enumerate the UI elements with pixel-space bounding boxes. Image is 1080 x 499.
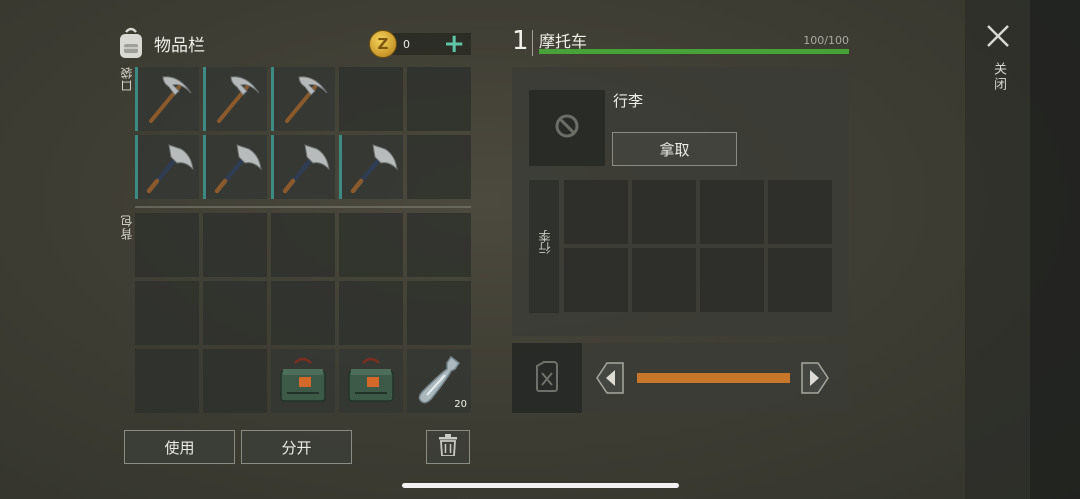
pocket-slot[interactable] (203, 135, 267, 199)
pockets-grid (135, 67, 471, 199)
backpack-slot[interactable] (135, 349, 199, 413)
trunk-slot[interactable] (700, 180, 764, 244)
close-label[interactable]: 关闭 (989, 62, 1008, 92)
vehicle-durability-bar (539, 49, 849, 54)
inventory-header: 物品栏 (116, 26, 205, 60)
arrow-right-icon (801, 362, 829, 394)
trunk-slot[interactable] (700, 248, 764, 312)
trash-button[interactable] (426, 430, 470, 464)
backpack-slot[interactable] (339, 213, 403, 277)
close-icon[interactable] (984, 22, 1012, 50)
backpack-slot[interactable] (135, 213, 199, 277)
split-button[interactable]: 分开 (241, 430, 352, 464)
trunk-slot[interactable] (564, 180, 628, 244)
fuel-slider[interactable] (637, 373, 790, 383)
backpack-slot[interactable] (339, 281, 403, 345)
inventory-title: 物品栏 (154, 35, 205, 56)
trunk-grid (564, 180, 832, 312)
backpack-slot[interactable]: 20 (407, 349, 471, 413)
pocket-slot[interactable] (135, 135, 199, 199)
backpack-slot[interactable] (135, 281, 199, 345)
fuel-slot[interactable] (512, 343, 582, 413)
pocket-slot[interactable] (203, 67, 267, 131)
take-button[interactable]: 拿取 (612, 132, 737, 166)
backpack-slot[interactable] (271, 281, 335, 345)
backpack-icon (116, 26, 146, 60)
home-indicator[interactable] (402, 483, 679, 488)
use-button[interactable]: 使用 (124, 430, 235, 464)
item-quantity: 20 (454, 399, 467, 410)
add-coins-button[interactable]: + (443, 30, 465, 58)
fuel-fill (637, 373, 790, 383)
backpack-slot[interactable] (203, 281, 267, 345)
trunk-slot[interactable] (632, 180, 696, 244)
pocket-slot[interactable] (407, 135, 471, 199)
backpack-slot[interactable] (271, 349, 335, 413)
pocket-slot[interactable] (407, 67, 471, 131)
backpack-slot[interactable] (407, 281, 471, 345)
backpack-slot[interactable] (339, 349, 403, 413)
right-shade-edge (1030, 0, 1080, 499)
backpack-slot[interactable] (271, 213, 335, 277)
trash-icon (439, 434, 457, 460)
trunk-title: 行李 (613, 92, 644, 110)
coin-icon: Z (369, 30, 397, 58)
trunk-slot[interactable] (768, 248, 832, 312)
coin-count: 0 (403, 37, 410, 51)
backpack-slot[interactable] (407, 213, 471, 277)
trunk-slot-empty (529, 90, 605, 166)
coin-counter: Z 0 + (369, 30, 471, 58)
vehicle-durability-text: 100/100 (803, 34, 849, 47)
vehicle-separator (532, 30, 533, 56)
backpack-label: 背包 (120, 214, 134, 240)
trunk-slot[interactable] (632, 248, 696, 312)
pocket-slot[interactable] (271, 135, 335, 199)
arrow-left-icon (596, 362, 624, 394)
trunk-slot[interactable] (768, 180, 832, 244)
backpack-grid: 20 (135, 213, 471, 413)
pocket-slot[interactable] (271, 67, 335, 131)
durability-fill (539, 49, 849, 54)
backpack-slot[interactable] (203, 213, 267, 277)
trunk-side-label: 行李 (538, 230, 552, 254)
vehicle-number: 1 (512, 26, 529, 56)
blocked-icon (554, 113, 580, 143)
pocket-slot[interactable] (339, 67, 403, 131)
pocket-slot[interactable] (135, 67, 199, 131)
backpack-slot[interactable] (203, 349, 267, 413)
section-divider (135, 206, 471, 208)
jerrycan-icon (534, 360, 560, 396)
fuel-increase-button[interactable] (800, 361, 830, 395)
trunk-slot[interactable] (564, 248, 628, 312)
pocket-slot[interactable] (339, 135, 403, 199)
pockets-label: 口袋 (120, 66, 134, 92)
fuel-decrease-button[interactable] (595, 361, 625, 395)
